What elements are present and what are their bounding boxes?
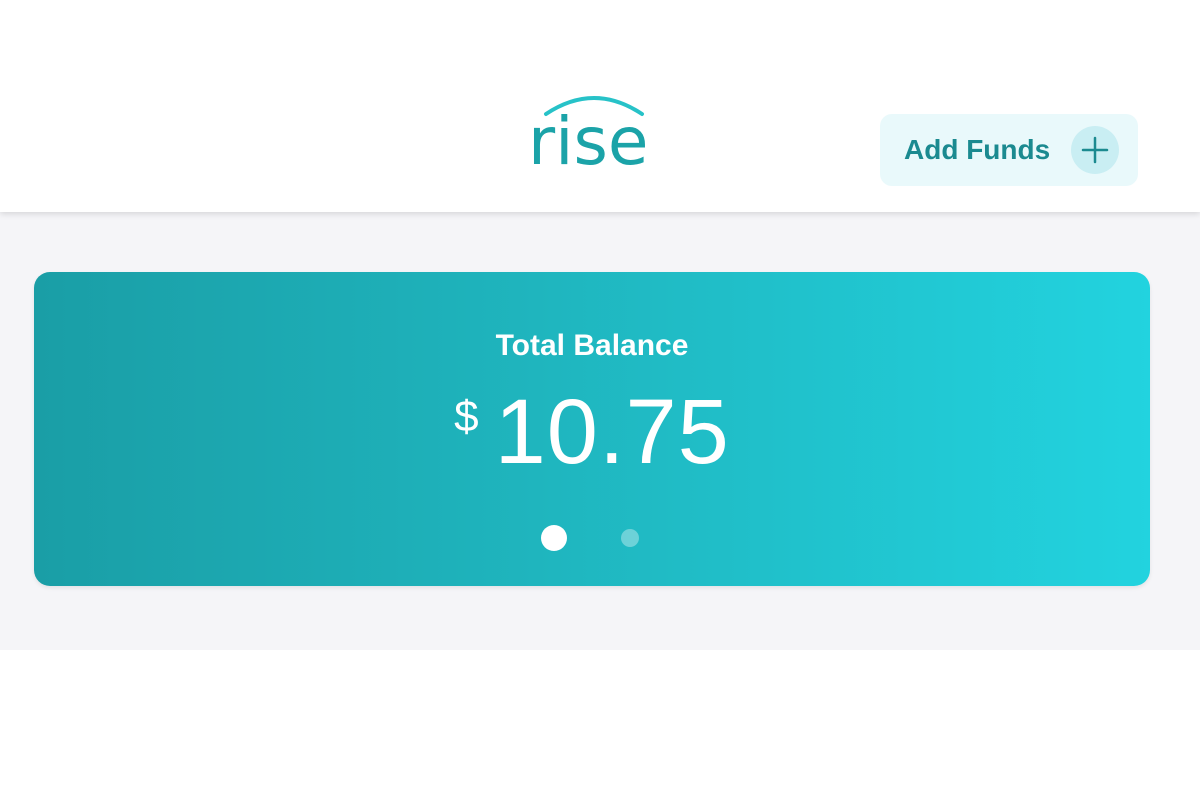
balance-card[interactable]: Total Balance $10.75 bbox=[34, 272, 1150, 586]
logo-wordmark: rise bbox=[528, 103, 649, 180]
blank-area bbox=[0, 650, 1200, 793]
balance-value: 10.75 bbox=[494, 381, 730, 483]
balance-amount: $10.75 bbox=[34, 382, 1150, 482]
pager-dot[interactable] bbox=[621, 529, 639, 547]
rise-logo: rise bbox=[528, 90, 668, 185]
plus-icon bbox=[1071, 126, 1119, 174]
app-header: rise Add Funds bbox=[0, 0, 1200, 212]
total-balance-label: Total Balance bbox=[495, 329, 689, 362]
add-funds-button[interactable]: Add Funds bbox=[880, 114, 1138, 186]
add-funds-label: Add Funds bbox=[904, 134, 1051, 165]
currency-symbol: $ bbox=[454, 392, 479, 441]
main-content: Total Balance $10.75 bbox=[0, 212, 1200, 650]
pager-dot-active[interactable] bbox=[541, 525, 567, 551]
